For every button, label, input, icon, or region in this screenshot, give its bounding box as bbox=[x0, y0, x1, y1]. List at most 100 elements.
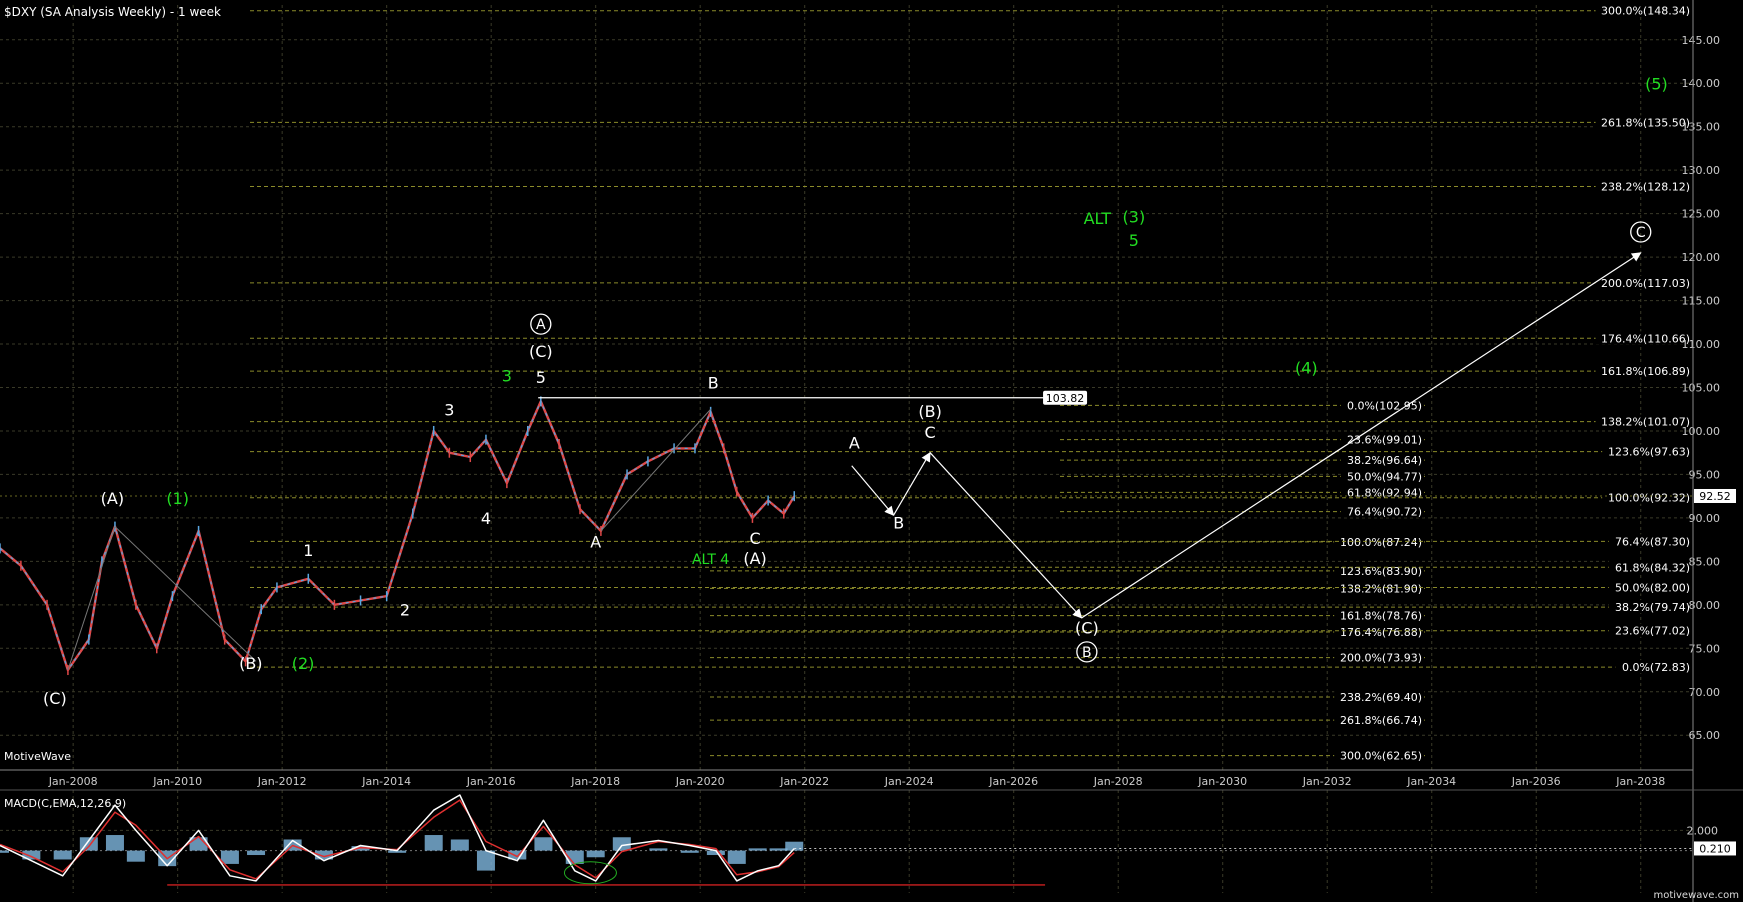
wave-label: (B) bbox=[239, 654, 262, 673]
macd-histogram-bar bbox=[105, 835, 124, 851]
fib-label: 261.8%(135.50) bbox=[1601, 116, 1690, 129]
y-tick-label: 145.00 bbox=[1682, 34, 1721, 47]
macd-histogram-bar bbox=[769, 848, 788, 851]
fib-label: 300.0%(62.65) bbox=[1340, 750, 1422, 763]
x-tick-label: Jan-2010 bbox=[152, 775, 202, 788]
fib-label: 200.0%(117.03) bbox=[1601, 277, 1690, 290]
price-grid bbox=[0, 5, 1693, 893]
x-tick-label: Jan-2020 bbox=[675, 775, 725, 788]
wave-label: (5) bbox=[1645, 74, 1668, 93]
wave-label: ALT bbox=[1084, 209, 1112, 228]
fib-label: 61.8%(84.32) bbox=[1615, 561, 1690, 574]
wave-label: (2) bbox=[292, 654, 315, 673]
fib-label: 0.0%(72.83) bbox=[1622, 661, 1690, 674]
chart-title: $DXY (SA Analysis Weekly) - 1 week bbox=[4, 5, 221, 19]
y-tick-label: 120.00 bbox=[1682, 251, 1721, 264]
wave-label: B bbox=[1082, 645, 1092, 661]
x-tick-label: Jan-2008 bbox=[48, 775, 98, 788]
wave-label: (1) bbox=[166, 489, 189, 508]
y-tick-label: 115.00 bbox=[1682, 295, 1721, 308]
x-tick-label: Jan-2018 bbox=[570, 775, 620, 788]
x-tick-label: Jan-2014 bbox=[361, 775, 411, 788]
projection-arrow bbox=[1081, 252, 1642, 619]
fib-label: 238.2%(128.12) bbox=[1601, 181, 1690, 194]
wave-label: A bbox=[536, 317, 546, 333]
wave-label: 3 bbox=[502, 366, 512, 385]
y-tick-label: 105.00 bbox=[1682, 382, 1721, 395]
macd-histogram-bar bbox=[748, 848, 767, 851]
macd-histogram-bar bbox=[450, 839, 469, 851]
macd-histogram-bar bbox=[649, 848, 668, 851]
wave-label: (4) bbox=[1295, 359, 1318, 378]
projection-arrow bbox=[893, 451, 931, 516]
fib-label: 161.8%(106.89) bbox=[1601, 365, 1690, 378]
last-price-tag: 92.52 bbox=[1699, 490, 1731, 503]
x-tick-label: Jan-2032 bbox=[1302, 775, 1352, 788]
fib-label: 76.4%(87.30) bbox=[1615, 535, 1690, 548]
x-tick-label: Jan-2024 bbox=[884, 775, 934, 788]
fib-label: 238.2%(69.40) bbox=[1340, 691, 1422, 704]
fib-levels: 0.0%(102.95)23.6%(99.01)38.2%(96.64)50.0… bbox=[250, 3, 1692, 763]
wave-label: (A) bbox=[743, 549, 766, 568]
wave-label: C bbox=[1636, 225, 1646, 241]
projection-arrow bbox=[929, 452, 1083, 619]
fib-label: 138.2%(101.07) bbox=[1601, 416, 1690, 429]
wave-label: 4 bbox=[481, 509, 491, 528]
macd-panel: 2.000 0.210 bbox=[0, 794, 1736, 886]
price-line-up bbox=[0, 400, 795, 671]
price-line-down bbox=[0, 400, 796, 672]
fib-label: 100.0%(87.24) bbox=[1340, 536, 1422, 549]
macd-histogram-bar bbox=[586, 850, 605, 858]
wave-label: (C) bbox=[1075, 619, 1099, 638]
macd-histogram-bar bbox=[0, 850, 9, 853]
macd-histogram-bar bbox=[424, 835, 443, 851]
chart-svg: 0.0%(102.95)23.6%(99.01)38.2%(96.64)50.0… bbox=[0, 0, 1743, 902]
x-tick-label: Jan-2012 bbox=[257, 775, 307, 788]
projection-arrow bbox=[851, 465, 895, 517]
x-tick-label: Jan-2028 bbox=[1093, 775, 1143, 788]
fib-label: 0.0%(102.95) bbox=[1347, 399, 1422, 412]
fib-label: 76.4%(90.72) bbox=[1347, 506, 1422, 519]
fib-label: 261.8%(66.74) bbox=[1340, 714, 1422, 727]
fib-label: 23.6%(77.02) bbox=[1615, 625, 1690, 638]
fib-label: 200.0%(73.93) bbox=[1340, 652, 1422, 665]
x-tick-label: Jan-2038 bbox=[1615, 775, 1665, 788]
price-series bbox=[0, 396, 796, 676]
macd-tick-label: 2.000 bbox=[1687, 824, 1719, 837]
fib-label: 50.0%(82.00) bbox=[1615, 581, 1690, 594]
time-axis: Jan-2008 Jan-2010 Jan-2012 Jan-2014 Jan-2016… bbox=[0, 769, 1743, 791]
fib-label: 123.6%(97.63) bbox=[1608, 446, 1690, 459]
y-tick-label: 100.00 bbox=[1682, 425, 1721, 438]
watermark: motivewave.com bbox=[1653, 890, 1739, 901]
fib-label: 38.2%(96.64) bbox=[1347, 454, 1422, 467]
wave-label: C bbox=[925, 423, 936, 442]
x-tick-label: Jan-2030 bbox=[1197, 775, 1247, 788]
macd-histogram-bar bbox=[476, 850, 495, 871]
wave-label: A bbox=[849, 433, 860, 452]
y-tick-label: 140.00 bbox=[1682, 77, 1721, 90]
wave-connector bbox=[600, 408, 712, 532]
wave-label: C bbox=[749, 529, 760, 548]
macd-histogram-bar bbox=[247, 850, 266, 856]
y-tick-label: 110.00 bbox=[1682, 338, 1721, 351]
wave-projection: 103.82 92.52 bbox=[0, 252, 1736, 619]
resistance-label: 103.82 bbox=[1046, 392, 1085, 405]
wave-labels: (A) (1) (C) (B) (2) 1 2 3 4 3 5 (C) A A B C ALT 4 (A) A B C (… bbox=[43, 74, 1668, 708]
wave-label: B bbox=[893, 513, 904, 532]
wave-label: (B) bbox=[918, 402, 941, 421]
wave-label: B bbox=[708, 373, 719, 392]
wave-label: 5 bbox=[536, 368, 546, 387]
fib-label: 138.2%(81.90) bbox=[1340, 582, 1422, 595]
fib-label: 100.0%(92.32) bbox=[1608, 492, 1690, 505]
macd-histogram-bar bbox=[126, 850, 145, 862]
macd-histogram-bar bbox=[727, 850, 746, 864]
macd-value-tag: 0.210 bbox=[1699, 842, 1731, 855]
x-tick-label: Jan-2016 bbox=[466, 775, 516, 788]
wave-label: (C) bbox=[529, 342, 553, 361]
wave-label: 3 bbox=[444, 400, 454, 419]
macd-histogram-bar bbox=[220, 850, 239, 864]
wave-label: 1 bbox=[303, 541, 313, 560]
fib-label: 50.0%(94.77) bbox=[1347, 470, 1422, 483]
fib-label: 161.8%(78.76) bbox=[1340, 610, 1422, 623]
y-tick-label: 130.00 bbox=[1682, 164, 1721, 177]
